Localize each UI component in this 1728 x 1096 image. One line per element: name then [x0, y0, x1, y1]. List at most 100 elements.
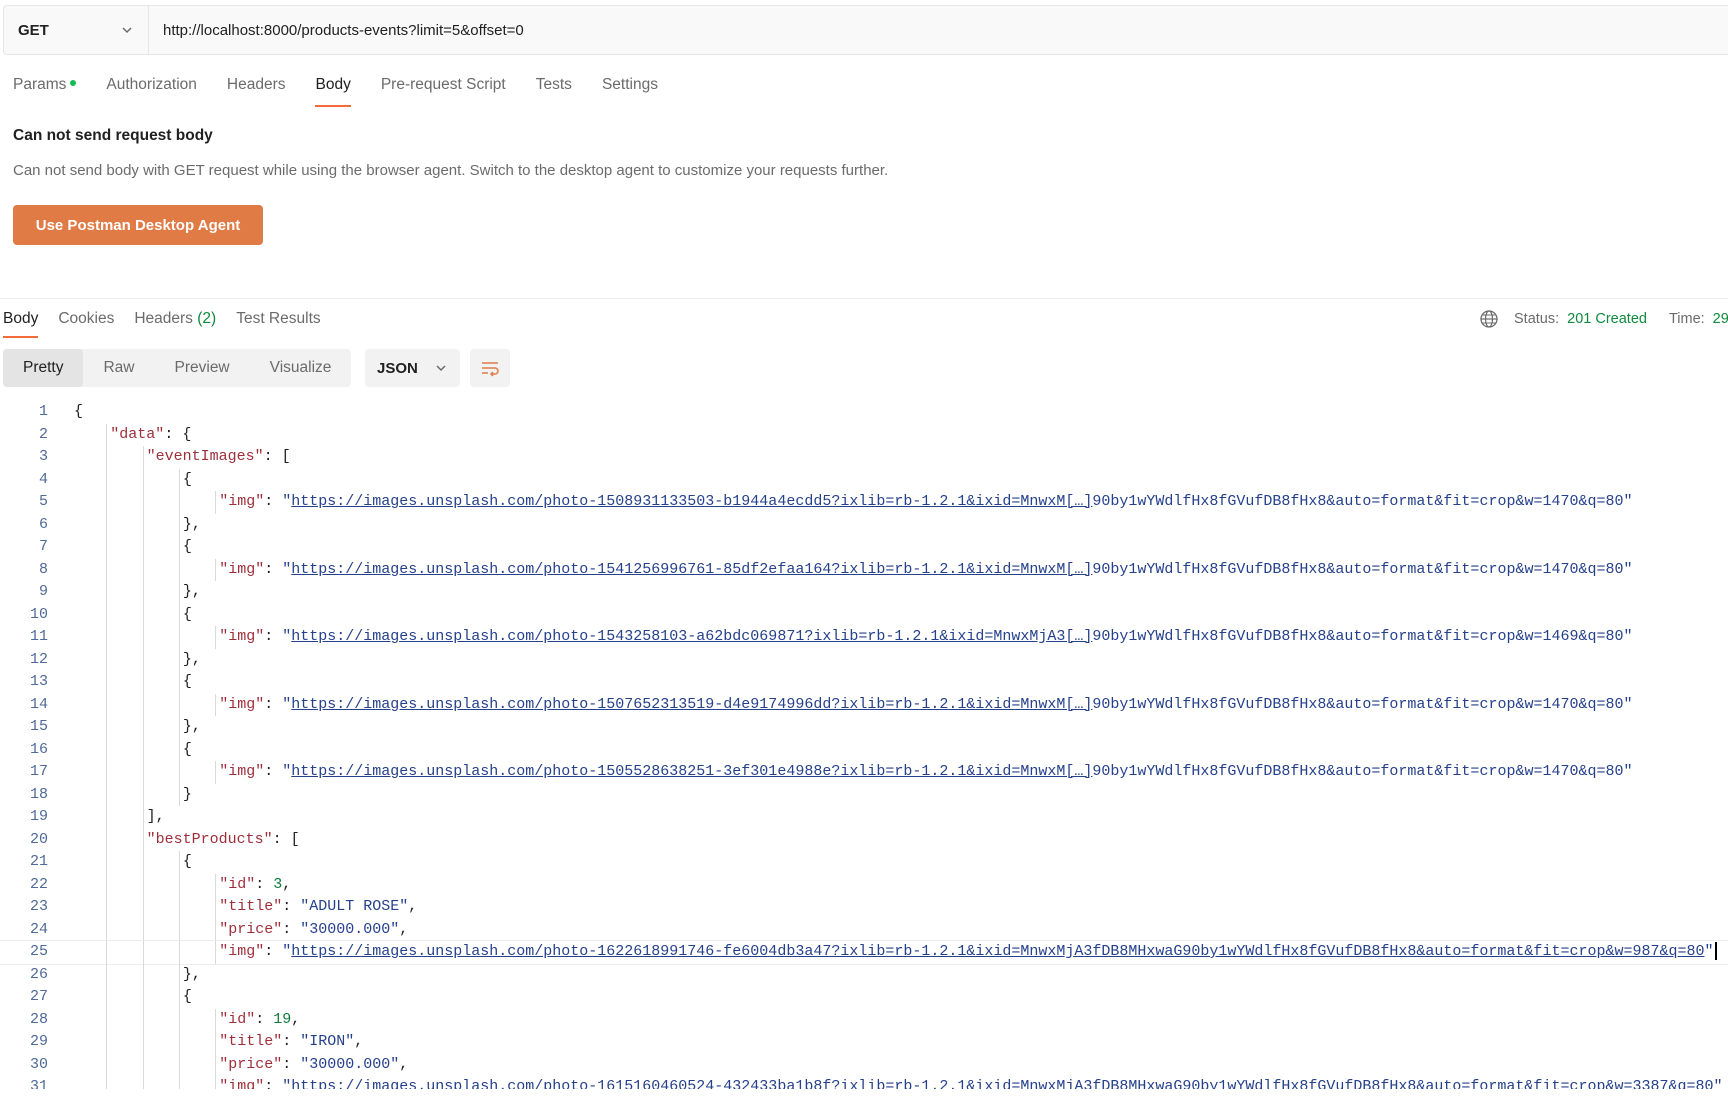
method-select[interactable]: GET [4, 6, 149, 54]
indent-guide [142, 671, 144, 694]
indent-guide [106, 941, 108, 964]
status-value[interactable]: 201 Created [1567, 311, 1647, 327]
indent-guide [106, 761, 108, 784]
code-token: : [264, 1078, 283, 1089]
code-token: 90by1wYWdlfHx8fGVufDB8fHx8&auto=format&f… [1092, 560, 1633, 578]
indent-guide [179, 581, 181, 604]
code-text: }, [183, 716, 201, 739]
code-line: 11 "img": "https://images.unsplash.com/ph… [0, 626, 1728, 649]
indent-guide [106, 873, 108, 896]
code-token: " [282, 493, 292, 510]
url-link[interactable]: https://images.unsplash.com/photo-150552… [291, 763, 1092, 780]
tab-settings[interactable]: Settings [602, 65, 658, 107]
indent-guide [106, 513, 108, 536]
code-text: "eventImages": [ [147, 446, 291, 469]
indent-guide [142, 986, 144, 1009]
url-link[interactable]: https://images.unsplash.com/photo-150765… [291, 696, 1092, 713]
url-link[interactable]: https://images.unsplash.com/photo-162261… [291, 943, 1704, 960]
indent-guide [142, 896, 144, 919]
indent-guide [106, 986, 108, 1009]
indent-guide [106, 963, 108, 986]
code-token: : [ [263, 448, 291, 465]
code-token: "img" [219, 763, 265, 780]
code-token: , [354, 1033, 364, 1050]
indent-guide [142, 603, 144, 626]
line-number: 18 [29, 785, 48, 803]
view-pretty[interactable]: Pretty [3, 349, 84, 387]
code-token: , [399, 920, 409, 938]
url-link[interactable]: https://images.unsplash.com/photo-150893… [291, 493, 1092, 510]
code-text: { [183, 739, 192, 762]
code-line: 8 "img": "https://images.unsplash.com/pho… [0, 558, 1728, 581]
tab-params[interactable]: Params [13, 65, 77, 107]
code-token: "img" [219, 628, 265, 645]
indent-guide [215, 491, 217, 514]
url-input[interactable]: http://localhost:8000/products-events?li… [149, 6, 1728, 54]
code-line: 17 "img": "https://images.unsplash.com/ph… [0, 761, 1728, 784]
indent-guide [106, 603, 108, 626]
code-text: } [183, 784, 192, 807]
wrap-lines-button[interactable] [470, 349, 510, 387]
response-tab-test-results[interactable]: Test Results [236, 304, 320, 338]
view-visualize[interactable]: Visualize [250, 349, 352, 387]
indent-guide [215, 1076, 217, 1089]
indent-guide [142, 738, 144, 761]
response-body-editor[interactable]: 1{2 "data": {3 "eventImages": [4{5 "img": "… [0, 401, 1728, 1089]
indent-guide [179, 626, 181, 649]
code-line: 27 { [0, 986, 1728, 1009]
tab-authorization[interactable]: Authorization [106, 65, 196, 107]
indent-guide [142, 806, 144, 829]
code-text: "title": "IRON", [219, 1031, 363, 1054]
indent-guide [106, 738, 108, 761]
code-token: { [74, 403, 84, 420]
line-number: 31 [29, 1078, 48, 1089]
tab-tests[interactable]: Tests [536, 65, 572, 107]
code-token: { [182, 853, 192, 870]
code-line: 31 "img": "https://images.unsplash.com/ph… [0, 1076, 1728, 1089]
code-token: " [282, 560, 292, 578]
code-text: "img": "https://images.unsplash.com/phot… [219, 626, 1632, 649]
response-tab-body[interactable]: Body [3, 304, 39, 338]
indent-guide [106, 536, 108, 559]
time-label: Time: [1668, 311, 1705, 327]
code-line: 7{ [0, 536, 1728, 559]
code-token: "data" [110, 425, 165, 443]
url-link[interactable]: https://images.unsplash.com/photo-161516… [291, 1078, 1722, 1089]
line-number: 15 [29, 718, 48, 735]
response-tab-headers[interactable]: Headers (2) [134, 304, 216, 338]
indent-guide [106, 918, 108, 941]
tab-headers[interactable]: Headers [227, 65, 286, 107]
code-text: "img": "https://images.unsplash.com/phot… [219, 941, 1718, 964]
indent-guide [215, 873, 217, 896]
globe-icon[interactable] [1478, 308, 1500, 330]
url-link[interactable]: https://images.unsplash.com/photo-154325… [291, 628, 1092, 645]
code-line: 4{ [0, 468, 1728, 491]
code-line: 2 "data": { [0, 423, 1728, 446]
code-token: 19 [273, 1010, 292, 1028]
line-number: 4 [38, 470, 48, 488]
code-token: ], [146, 808, 165, 825]
code-token: "img" [219, 695, 265, 713]
tab-body[interactable]: Body [315, 65, 352, 107]
indent-guide [106, 828, 108, 851]
view-raw[interactable]: Raw [83, 349, 154, 387]
code-token: "id" [219, 875, 256, 893]
response-tab-cookies[interactable]: Cookies [58, 304, 114, 338]
tab-pre-request-script[interactable]: Pre-request Script [381, 65, 506, 107]
indent-guide [106, 1008, 108, 1031]
url-link[interactable]: https://images.unsplash.com/photo-154125… [291, 561, 1092, 578]
view-preview[interactable]: Preview [155, 349, 250, 387]
format-select[interactable]: JSON [365, 349, 460, 387]
code-line: 16 { [0, 738, 1728, 762]
code-line: 30 "price": "30000.000", [0, 1053, 1728, 1076]
use-desktop-agent-button[interactable]: Use Postman Desktop Agent [13, 205, 263, 245]
time-value[interactable]: 29 r [1713, 311, 1728, 327]
body-notice-title: Can not send request body [13, 127, 213, 144]
code-token: : [264, 628, 283, 645]
indent-guide [179, 896, 181, 919]
code-line: 29 "title": "IRON", [0, 1031, 1728, 1054]
code-text: "title": "ADULT ROSE", [219, 896, 417, 919]
code-line: 15}, [0, 716, 1728, 739]
code-token: { [182, 470, 192, 488]
indent-guide [215, 1031, 217, 1054]
